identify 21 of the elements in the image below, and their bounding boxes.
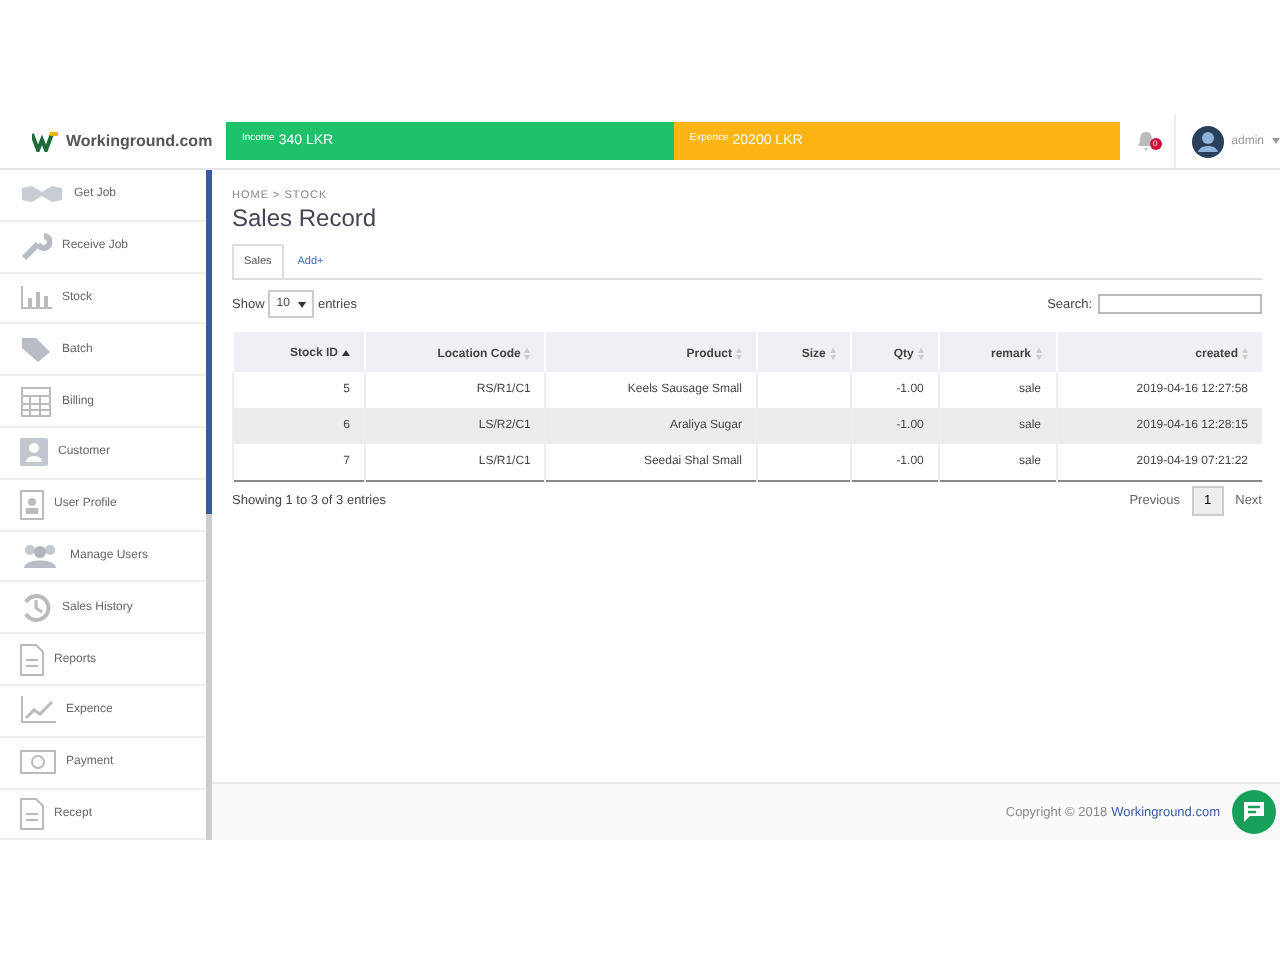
document-icon (20, 643, 44, 676)
caret-icon (297, 301, 306, 307)
users-icon (20, 541, 60, 570)
banknote-icon (20, 750, 56, 775)
bar-chart-icon (20, 285, 52, 310)
person-icon (20, 438, 48, 467)
id-badge-icon (20, 488, 44, 521)
chat-icon[interactable] (1232, 790, 1276, 834)
search-field[interactable] (1098, 294, 1262, 314)
wrench-icon (20, 230, 52, 263)
line-chart-icon (20, 696, 56, 725)
tag-icon (20, 335, 52, 364)
brand-name: Workinground.com (66, 132, 213, 150)
history-icon (20, 591, 52, 624)
page-title: Sales Record (232, 204, 379, 232)
calculator-icon (20, 385, 52, 418)
document-icon (20, 797, 44, 830)
logo-icon (32, 131, 60, 151)
caret-icon (1271, 138, 1280, 144)
avatar-icon[interactable] (1191, 125, 1224, 157)
bell-icon[interactable] (1136, 130, 1157, 152)
